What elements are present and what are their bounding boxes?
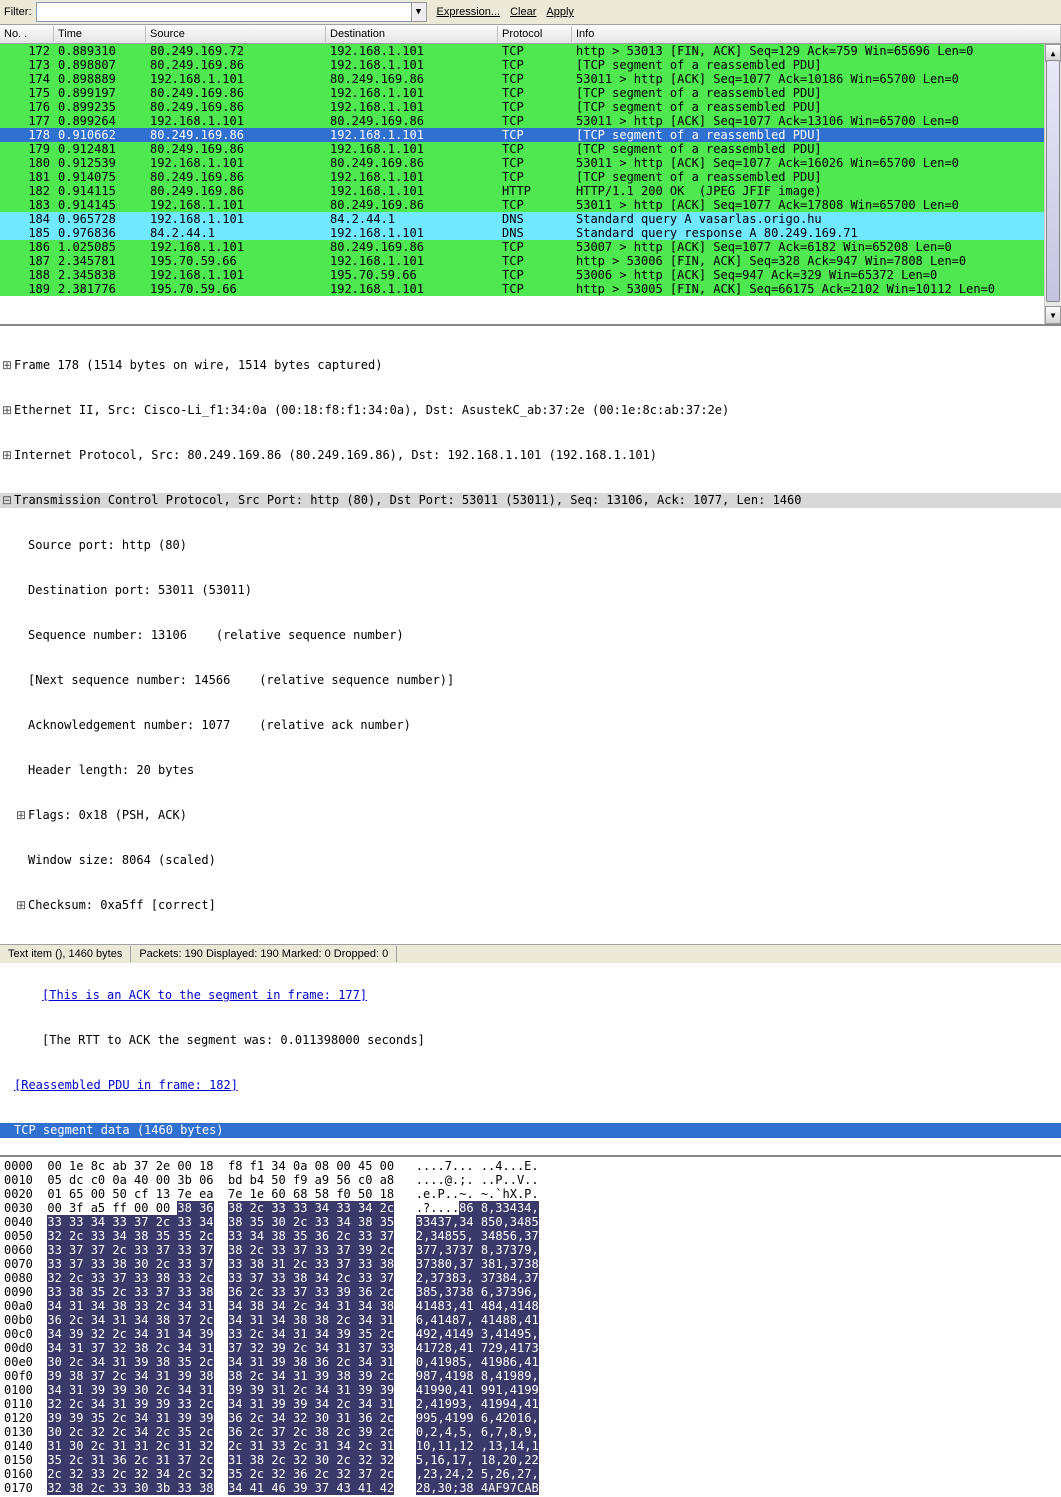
packet-row[interactable]: 1820.91411580.249.169.86192.168.1.101HTT… <box>0 184 1061 198</box>
col-destination[interactable]: Destination <box>326 26 498 42</box>
packet-row[interactable]: 1861.025085192.168.1.10180.249.169.86TCP… <box>0 240 1061 254</box>
packet-row[interactable]: 1790.91248180.249.169.86192.168.1.101TCP… <box>0 142 1061 156</box>
scrollbar[interactable]: ▲ ▼ <box>1044 44 1061 324</box>
detail-frame[interactable]: Frame 178 (1514 bytes on wire, 1514 byte… <box>14 358 382 373</box>
clear-link[interactable]: Clear <box>510 6 536 18</box>
packet-row[interactable]: 1740.898889192.168.1.10180.249.169.86TCP… <box>0 72 1061 86</box>
hex-row[interactable]: 0070 33 37 33 38 30 2c 33 37 33 38 31 2c… <box>4 1257 1057 1271</box>
detail-checksum[interactable]: Checksum: 0xa5ff [correct] <box>28 898 216 913</box>
hex-row[interactable]: 0110 32 2c 34 31 39 39 33 2c 34 31 39 39… <box>4 1397 1057 1411</box>
detail-ack[interactable]: Acknowledgement number: 1077 (relative a… <box>28 718 411 733</box>
packet-row[interactable]: 1850.97683684.2.44.1192.168.1.101DNSStan… <box>0 226 1061 240</box>
col-protocol[interactable]: Protocol <box>498 26 572 42</box>
filter-input[interactable] <box>36 2 412 22</box>
detail-dstport[interactable]: Destination port: 53011 (53011) <box>28 583 252 598</box>
hex-row[interactable]: 0140 31 30 2c 31 31 2c 31 32 2c 31 33 2c… <box>4 1439 1057 1453</box>
detail-tcp[interactable]: Transmission Control Protocol, Src Port:… <box>14 493 801 508</box>
hex-row[interactable]: 00c0 34 39 32 2c 34 31 34 39 33 2c 34 31… <box>4 1327 1057 1341</box>
packet-row[interactable]: 1750.89919780.249.169.86192.168.1.101TCP… <box>0 86 1061 100</box>
scroll-down-icon[interactable]: ▼ <box>1045 306 1061 324</box>
status-bar: Text item (), 1460 bytes Packets: 190 Di… <box>0 944 1061 963</box>
col-time[interactable]: Time <box>54 26 146 42</box>
expand-icon[interactable]: ⊞ <box>14 898 28 913</box>
filter-dropdown-icon[interactable]: ▼ <box>411 2 427 22</box>
packet-row[interactable]: 1770.899264192.168.1.10180.249.169.86TCP… <box>0 114 1061 128</box>
hex-row[interactable]: 00f0 39 38 37 2c 34 31 39 38 38 2c 34 31… <box>4 1369 1057 1383</box>
hex-row[interactable]: 0060 33 37 37 2c 33 37 33 37 38 2c 33 37… <box>4 1243 1057 1257</box>
detail-eth[interactable]: Ethernet II, Src: Cisco-Li_f1:34:0a (00:… <box>14 403 729 418</box>
detail-seq[interactable]: Sequence number: 13106 (relative sequenc… <box>28 628 404 643</box>
packet-details[interactable]: ⊞Frame 178 (1514 bytes on wire, 1514 byt… <box>0 326 1061 1157</box>
packet-row[interactable]: 1800.912539192.168.1.10180.249.169.86TCP… <box>0 156 1061 170</box>
detail-srcport[interactable]: Source port: http (80) <box>28 538 187 553</box>
apply-link[interactable]: Apply <box>546 6 574 18</box>
detail-nextseq[interactable]: [Next sequence number: 14566 (relative s… <box>28 673 454 688</box>
hex-dump[interactable]: 0000 00 1e 8c ab 37 2e 00 18 f8 f1 34 0a… <box>0 1157 1061 1497</box>
hex-row[interactable]: 00e0 30 2c 34 31 39 38 35 2c 34 31 39 38… <box>4 1355 1057 1369</box>
hex-row[interactable]: 0000 00 1e 8c ab 37 2e 00 18 f8 f1 34 0a… <box>4 1159 1057 1173</box>
detail-ackframe-link[interactable]: [This is an ACK to the segment in frame:… <box>42 988 367 1003</box>
filter-label: Filter: <box>4 6 32 18</box>
detail-hlen[interactable]: Header length: 20 bytes <box>28 763 194 778</box>
hex-row[interactable]: 0130 30 2c 32 2c 34 2c 35 2c 36 2c 37 2c… <box>4 1425 1057 1439</box>
col-source[interactable]: Source <box>146 26 326 42</box>
hex-row[interactable]: 0080 32 2c 33 37 33 38 33 2c 33 37 33 38… <box>4 1271 1057 1285</box>
packet-list[interactable]: 1720.88931080.249.169.72192.168.1.101TCP… <box>0 44 1061 326</box>
packet-row[interactable]: 1730.89880780.249.169.86192.168.1.101TCP… <box>0 58 1061 72</box>
hex-row[interactable]: 00d0 34 31 37 32 38 2c 34 31 37 32 39 2c… <box>4 1341 1057 1355</box>
hex-row[interactable]: 0090 33 38 35 2c 33 37 33 38 36 2c 33 37… <box>4 1285 1057 1299</box>
expand-icon[interactable]: ⊞ <box>0 403 14 418</box>
hex-row[interactable]: 0100 34 31 39 39 30 2c 34 31 39 39 31 2c… <box>4 1383 1057 1397</box>
detail-ip[interactable]: Internet Protocol, Src: 80.249.169.86 (8… <box>14 448 657 463</box>
packet-row[interactable]: 1810.91407580.249.169.86192.168.1.101TCP… <box>0 170 1061 184</box>
hex-row[interactable]: 0150 35 2c 31 36 2c 31 37 2c 31 38 2c 32… <box>4 1453 1057 1467</box>
packet-list-header: No. . Time Source Destination Protocol I… <box>0 25 1061 44</box>
filter-toolbar: Filter: ▼ Expression... Clear Apply <box>0 0 1061 25</box>
col-no[interactable]: No. . <box>0 26 54 42</box>
detail-win[interactable]: Window size: 8064 (scaled) <box>28 853 216 868</box>
col-info[interactable]: Info <box>572 26 1061 42</box>
packet-row[interactable]: 1840.965728192.168.1.10184.2.44.1DNSStan… <box>0 212 1061 226</box>
hex-row[interactable]: 0030 00 3f a5 ff 00 00 38 36 38 2c 33 33… <box>4 1201 1057 1215</box>
hex-row[interactable]: 0040 33 33 34 33 37 2c 33 34 38 35 30 2c… <box>4 1215 1057 1229</box>
packet-row[interactable]: 1830.914145192.168.1.10180.249.169.86TCP… <box>0 198 1061 212</box>
hex-row[interactable]: 0020 01 65 00 50 cf 13 7e ea 7e 1e 60 68… <box>4 1187 1057 1201</box>
detail-reassembled-link[interactable]: [Reassembled PDU in frame: 182] <box>14 1078 238 1093</box>
packet-row[interactable]: 1760.89923580.249.169.86192.168.1.101TCP… <box>0 100 1061 114</box>
detail-flags[interactable]: Flags: 0x18 (PSH, ACK) <box>28 808 187 823</box>
packet-row[interactable]: 1892.381776195.70.59.66192.168.1.101TCPh… <box>0 282 1061 296</box>
expand-icon[interactable]: ⊞ <box>14 808 28 823</box>
expand-icon[interactable]: ⊞ <box>0 448 14 463</box>
hex-row[interactable]: 0120 39 39 35 2c 34 31 39 39 36 2c 34 32… <box>4 1411 1057 1425</box>
packet-row[interactable]: 1720.88931080.249.169.72192.168.1.101TCP… <box>0 44 1061 58</box>
detail-segdata[interactable]: TCP segment data (1460 bytes) <box>14 1123 224 1138</box>
hex-row[interactable]: 0050 32 2c 33 34 38 35 35 2c 33 34 38 35… <box>4 1229 1057 1243</box>
hex-row[interactable]: 0170 32 38 2c 33 30 3b 33 38 34 41 46 39… <box>4 1481 1057 1495</box>
hex-row[interactable]: 0010 05 dc c0 0a 40 00 3b 06 bd b4 50 f9… <box>4 1173 1057 1187</box>
expression-link[interactable]: Expression... <box>437 6 501 18</box>
hex-row[interactable]: 0160 2c 32 33 2c 32 34 2c 32 35 2c 32 36… <box>4 1467 1057 1481</box>
packet-row[interactable]: 1780.91066280.249.169.86192.168.1.101TCP… <box>0 128 1061 142</box>
hex-row[interactable]: 00a0 34 31 34 38 33 2c 34 31 34 38 34 2c… <box>4 1299 1057 1313</box>
scroll-thumb[interactable] <box>1046 60 1060 302</box>
hex-row[interactable]: 00b0 36 2c 34 31 34 38 37 2c 34 31 34 38… <box>4 1313 1057 1327</box>
detail-rtt[interactable]: [The RTT to ACK the segment was: 0.01139… <box>42 1033 425 1048</box>
status-left: Text item (), 1460 bytes <box>0 946 131 962</box>
status-right: Packets: 190 Displayed: 190 Marked: 0 Dr… <box>131 946 397 962</box>
expand-icon[interactable]: ⊞ <box>0 358 14 373</box>
packet-row[interactable]: 1882.345838192.168.1.101195.70.59.66TCP5… <box>0 268 1061 282</box>
collapse-icon[interactable]: ⊟ <box>0 493 14 508</box>
packet-row[interactable]: 1872.345781195.70.59.66192.168.1.101TCPh… <box>0 254 1061 268</box>
